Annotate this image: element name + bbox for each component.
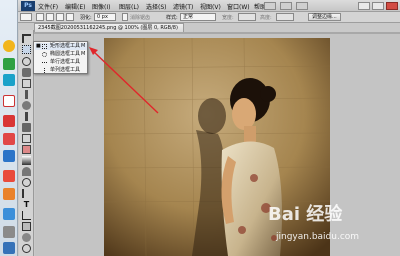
watermark-url: jingyan.baidu.com	[276, 232, 360, 242]
watermark-logo: Bai 经验	[268, 204, 343, 225]
